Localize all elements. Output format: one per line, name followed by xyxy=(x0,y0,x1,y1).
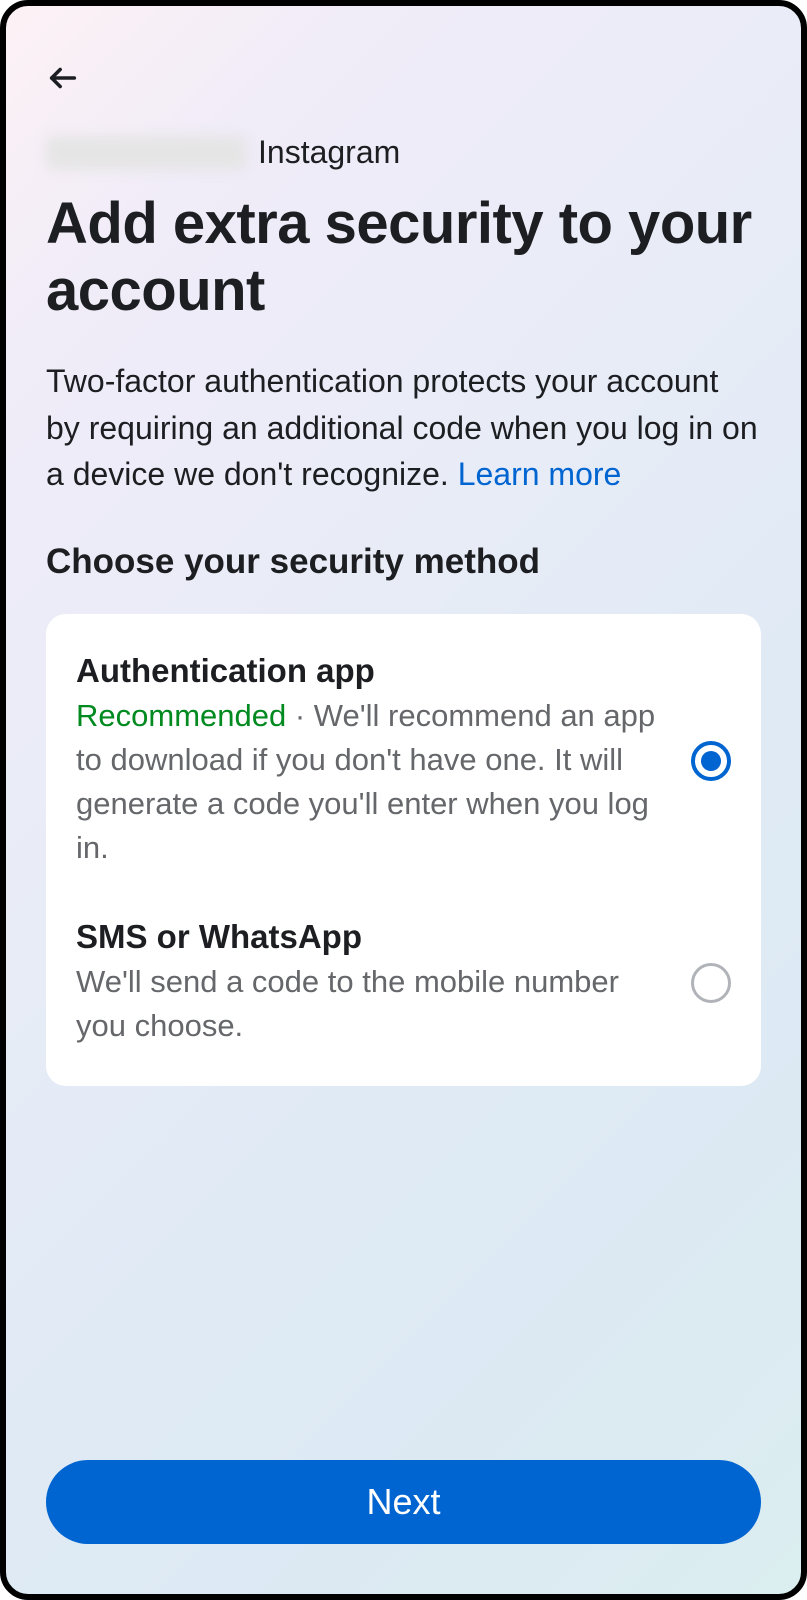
option-body: SMS or WhatsApp We'll send a code to the… xyxy=(76,918,671,1048)
radio-authentication-app[interactable] xyxy=(691,741,731,781)
arrow-left-icon xyxy=(46,61,80,95)
page-title: Add extra security to your account xyxy=(46,191,761,324)
spacer xyxy=(6,1086,801,1460)
account-header-row: Instagram xyxy=(46,134,761,171)
option-title: Authentication app xyxy=(76,652,671,690)
back-button[interactable] xyxy=(46,54,94,102)
recommended-badge: Recommended xyxy=(76,698,286,733)
option-body: Authentication app Recommended · We'll r… xyxy=(76,652,671,870)
radio-sms-whatsapp[interactable] xyxy=(691,963,731,1003)
section-title: Choose your security method xyxy=(46,542,761,582)
option-sms-whatsapp[interactable]: SMS or WhatsApp We'll send a code to the… xyxy=(46,894,761,1072)
page-description: Two-factor authentication protects your … xyxy=(46,358,761,497)
description-text: Two-factor authentication protects your … xyxy=(46,363,758,492)
footer: Next xyxy=(6,1460,801,1594)
separator: · xyxy=(286,698,314,733)
top-area: Instagram Add extra security to your acc… xyxy=(6,6,801,614)
option-description: Recommended · We'll recommend an app to … xyxy=(76,694,671,870)
username-redacted xyxy=(46,136,246,170)
option-title: SMS or WhatsApp xyxy=(76,918,671,956)
security-method-card: Authentication app Recommended · We'll r… xyxy=(46,614,761,1086)
platform-label: Instagram xyxy=(258,134,400,171)
option-description: We'll send a code to the mobile number y… xyxy=(76,960,671,1048)
screen-container: Instagram Add extra security to your acc… xyxy=(0,0,807,1600)
option-authentication-app[interactable]: Authentication app Recommended · We'll r… xyxy=(46,628,761,894)
learn-more-link[interactable]: Learn more xyxy=(458,456,622,492)
next-button[interactable]: Next xyxy=(46,1460,761,1544)
